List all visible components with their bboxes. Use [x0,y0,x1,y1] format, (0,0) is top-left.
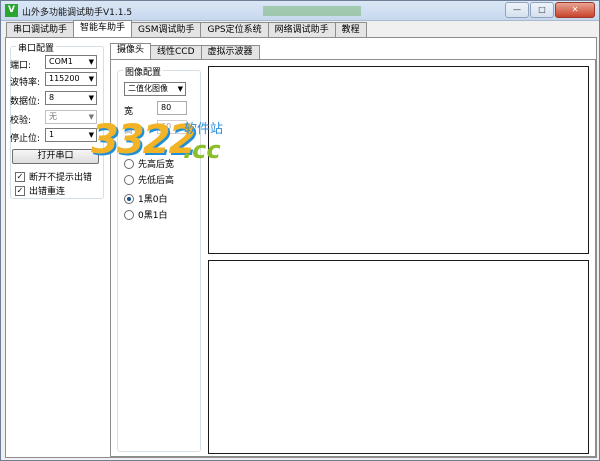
color-0black-label: 0黑1白 [138,211,168,221]
no-prompt-checkbox[interactable]: ✓ 断开不提示出错 [15,170,92,183]
checkbox-checked-icon: ✓ [15,171,25,182]
port-value: COM1 [49,57,73,66]
car-subtabs: 摄像头 线性CCD 虚拟示波器 [110,43,260,59]
stopbits-select[interactable]: 1 ▼ [45,128,97,142]
image-type-value: 二值化图像 [128,84,168,93]
chevron-down-icon: ▼ [177,85,183,93]
camera-secondary-display [208,260,589,454]
color-1black-radio[interactable]: 1黑0白 [124,192,167,205]
close-button[interactable]: ✕ [555,2,595,18]
chevron-down-icon: ▼ [88,75,94,83]
color-0black-radio[interactable]: 0黑1白 [124,208,167,221]
reconnect-checkbox[interactable]: ✓ 出错重连 [15,184,65,197]
height-input[interactable]: 60 [157,120,187,134]
image-type-select[interactable]: 二值化图像 ▼ [124,82,186,96]
chevron-down-icon: ▼ [88,58,94,66]
order-low-first-radio[interactable]: 先低后高 [124,173,174,186]
width-label: 宽 [124,107,134,117]
baud-select[interactable]: 115200 ▼ [45,72,97,86]
maximize-button[interactable]: □ [530,2,554,18]
parity-value: 无 [49,112,57,121]
width-input[interactable]: 80 [157,101,187,115]
databits-value: 8 [49,93,55,102]
order-high-first-radio[interactable]: 先高后宽 [124,157,174,170]
minimize-button[interactable]: — [505,2,529,18]
tab-camera[interactable]: 摄像头 [110,43,152,59]
chevron-down-icon: ▼ [88,94,94,102]
baud-value: 115200 [49,74,80,83]
tab-smart-car[interactable]: 智能车助手 [73,20,133,37]
radio-icon [124,174,134,185]
chevron-down-icon: ▼ [88,113,94,121]
port-label: 端口: [10,61,32,71]
tab-tutorial[interactable]: 教程 [334,22,367,37]
window-title: 山外多功能调试助手V1.1.5 [22,8,133,18]
app-window: V 山外多功能调试助手V1.1.5 — □ ✕ 串口调试助手 智能车助手 GSM… [0,0,600,461]
radio-selected-icon [124,193,134,204]
main-tabs: 串口调试助手 智能车助手 GSM调试助手 GPS定位系统 网络调试助手 教程 [6,20,367,37]
stopbits-label: 停止位: [10,134,41,144]
parity-label: 校验: [10,116,32,126]
tab-virtual-oscilloscope[interactable]: 虚拟示波器 [200,45,260,59]
order-low-first-label: 先低后高 [138,176,175,186]
port-select[interactable]: COM1 ▼ [45,55,97,69]
color-1black-label: 1黑0白 [138,195,168,205]
app-icon: V [5,4,18,17]
camera-panel: 图像配置 二值化图像 ▼ 宽 80 高 60 先高后宽 先低后高 1黑0白 0黑… [110,59,596,457]
tab-gsm-debug[interactable]: GSM调试助手 [131,22,202,37]
tab-gps-system[interactable]: GPS定位系统 [200,22,269,37]
reconnect-label: 出错重连 [29,187,66,197]
height-label: 高 [124,126,134,136]
chevron-down-icon: ▼ [88,131,94,139]
window-controls: — □ ✕ [505,2,595,18]
parity-select[interactable]: 无 ▼ [45,110,97,124]
serial-config-title: 串口配置 [16,41,57,54]
order-high-first-label: 先高后宽 [138,160,175,170]
tab-content: 串口配置 端口: COM1 ▼ 波特率: 115200 ▼ 数据位: 8 ▼ 校验: … [5,37,597,458]
open-port-button[interactable]: 打开串口 [12,149,99,164]
camera-image-display [208,66,589,254]
no-prompt-label: 断开不提示出错 [29,173,93,183]
tab-linear-ccd[interactable]: 线性CCD [150,45,202,59]
radio-icon [124,158,134,169]
title-highlight [263,6,361,16]
databits-select[interactable]: 8 ▼ [45,91,97,105]
image-config-title: 图像配置 [123,65,164,78]
tab-network-debug[interactable]: 网络调试助手 [267,22,336,37]
databits-label: 数据位: [10,97,41,107]
title-bar[interactable]: V 山外多功能调试助手V1.1.5 — □ ✕ [1,1,599,21]
stopbits-value: 1 [49,130,55,139]
tab-serial-debug[interactable]: 串口调试助手 [6,22,75,37]
checkbox-checked-icon: ✓ [15,185,25,196]
baud-label: 波特率: [10,78,41,88]
radio-icon [124,209,134,220]
